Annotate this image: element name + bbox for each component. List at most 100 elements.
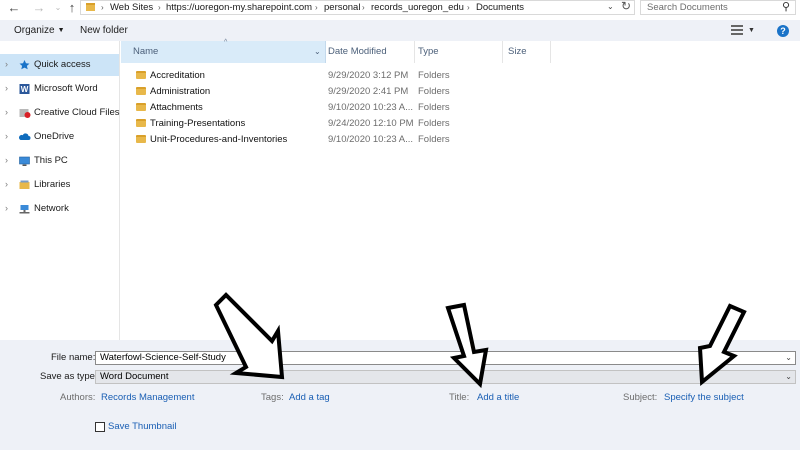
view-options-caret-icon[interactable]: ▼ <box>748 25 755 37</box>
sort-ascending-icon: ^ <box>224 39 228 46</box>
folder-icon <box>136 119 146 127</box>
sidebar-item-label: Creative Cloud Files <box>34 107 120 118</box>
breadcrumb-separator-icon: › <box>158 3 161 12</box>
network-icon <box>19 205 30 214</box>
save-thumbnail-label[interactable]: Save Thumbnail <box>108 421 176 433</box>
tags-field[interactable]: Add a tag <box>289 392 330 404</box>
sidebar-item-libraries[interactable]: › Libraries <box>0 174 119 196</box>
column-header-size[interactable]: Size <box>508 41 568 63</box>
sidebar-item-this-pc[interactable]: › This PC <box>0 150 119 172</box>
file-name: Unit-Procedures-and-Inventories <box>150 134 288 145</box>
details-view-icon[interactable] <box>731 25 743 35</box>
folder-icon <box>136 87 146 95</box>
table-row[interactable]: Accreditation 9/29/2020 3:12 PM Folders <box>121 68 800 84</box>
expand-chevron-icon[interactable]: › <box>5 203 8 213</box>
file-date: 9/29/2020 3:12 PM <box>328 70 409 81</box>
address-bar: ← → ⌄ ↑ › Web Sites › https://uoregon-my… <box>0 0 800 20</box>
sidebar-item-microsoft-word[interactable]: › W Microsoft Word <box>0 78 119 100</box>
expand-chevron-icon[interactable]: › <box>5 155 8 165</box>
column-filter-chevron-icon[interactable]: ⌄ <box>314 41 321 63</box>
path-dropdown-chevron-icon[interactable]: ⌄ <box>607 0 614 13</box>
word-icon: W <box>19 84 30 94</box>
sidebar-item-label: OneDrive <box>34 131 75 142</box>
file-name: Training-Presentations <box>150 118 246 129</box>
library-icon <box>19 180 30 189</box>
column-header-label: Name <box>133 46 159 57</box>
save-as-type-label: Save as type: <box>40 371 98 382</box>
organize-label: Organize <box>14 25 55 36</box>
folder-icon <box>136 103 146 111</box>
breadcrumb-separator-icon: › <box>467 3 470 12</box>
file-name: Attachments <box>150 102 203 113</box>
sidebar-item-label: Quick access <box>34 59 91 70</box>
save-panel: File name: Waterfowl-Science-Self-Study … <box>0 340 800 450</box>
sidebar-item-label: Microsoft Word <box>34 83 98 94</box>
table-row[interactable]: Administration 9/29/2020 2:41 PM Folders <box>121 84 800 100</box>
column-header-type[interactable]: Type <box>418 41 504 63</box>
authors-label: Authors: <box>60 392 96 403</box>
breadcrumb-separator-icon: › <box>362 3 365 12</box>
breadcrumb-sharepoint[interactable]: https://uoregon-my.sharepoint.com <box>166 1 312 14</box>
file-type: Folders <box>418 70 450 81</box>
title-label: Title: <box>449 392 470 403</box>
file-name-label: File name: <box>51 352 96 363</box>
expand-chevron-icon[interactable]: › <box>5 107 8 117</box>
back-arrow-icon[interactable]: ← <box>6 0 22 16</box>
file-name: Administration <box>150 86 211 97</box>
file-date: 9/29/2020 2:41 PM <box>328 86 409 97</box>
sidebar-item-quick-access[interactable]: › Quick access <box>0 54 119 76</box>
refresh-icon[interactable]: ↻ <box>618 0 634 14</box>
subject-field[interactable]: Specify the subject <box>664 392 744 404</box>
breadcrumb-documents[interactable]: Documents <box>476 1 524 14</box>
cloud-icon <box>18 133 31 140</box>
expand-chevron-icon[interactable]: › <box>5 179 8 189</box>
breadcrumb-personal[interactable]: personal <box>324 1 360 14</box>
new-folder-button[interactable]: New folder <box>80 25 128 37</box>
table-row[interactable]: Unit-Procedures-and-Inventories 9/10/202… <box>121 132 800 148</box>
chevron-down-icon: ⌄ <box>785 372 792 381</box>
forward-arrow-icon[interactable]: → <box>31 0 47 16</box>
sidebar-item-onedrive[interactable]: › OneDrive <box>0 126 119 148</box>
expand-chevron-icon[interactable]: › <box>5 131 8 141</box>
chevron-down-icon[interactable]: ⌄ <box>785 352 792 364</box>
search-placeholder: Search Documents <box>647 2 728 13</box>
column-divider[interactable] <box>550 41 551 63</box>
table-row[interactable]: Training-Presentations 9/24/2020 12:10 P… <box>121 116 800 132</box>
caret-down-icon: ▼ <box>57 27 65 34</box>
breadcrumb-separator-icon: › <box>315 3 318 12</box>
save-as-type-value: Word Document <box>100 371 169 382</box>
up-arrow-icon[interactable]: ↑ <box>64 0 80 16</box>
file-date: 9/10/2020 10:23 A... <box>328 102 414 113</box>
table-row[interactable]: Attachments 9/10/2020 10:23 A... Folders <box>121 100 800 116</box>
expand-chevron-icon[interactable]: › <box>5 83 8 93</box>
help-icon[interactable]: ? <box>777 25 789 37</box>
folder-icon <box>86 3 95 11</box>
title-field[interactable]: Add a title <box>477 392 519 404</box>
tags-label: Tags: <box>261 392 284 403</box>
search-icon: ⚲ <box>781 1 790 13</box>
file-date: 9/24/2020 12:10 PM <box>328 118 414 129</box>
sidebar-item-label: This PC <box>34 155 68 166</box>
subject-label: Subject: <box>623 392 658 403</box>
path-box[interactable]: › Web Sites › https://uoregon-my.sharepo… <box>80 0 635 15</box>
file-type: Folders <box>418 118 450 129</box>
annotation-arrow-icon <box>213 292 285 380</box>
breadcrumb-records[interactable]: records_uoregon_edu <box>371 1 464 14</box>
column-divider[interactable] <box>414 41 415 63</box>
annotation-arrow-icon <box>697 303 747 387</box>
save-thumbnail-checkbox[interactable] <box>95 422 105 432</box>
breadcrumb-web-sites[interactable]: Web Sites <box>110 1 153 14</box>
svg-text:W: W <box>21 85 29 94</box>
expand-chevron-icon[interactable]: › <box>5 59 8 69</box>
sidebar-item-creative-cloud[interactable]: › Creative Cloud Files <box>0 102 120 124</box>
column-divider[interactable] <box>502 41 503 63</box>
column-header-date-modified[interactable]: Date Modified <box>328 41 414 63</box>
file-name: Accreditation <box>150 70 205 81</box>
authors-field[interactable]: Records Management <box>101 392 194 404</box>
organize-menu-button[interactable]: Organize ▼ <box>14 25 65 37</box>
annotation-arrow-icon <box>445 302 489 389</box>
search-input[interactable]: Search Documents ⚲ <box>640 0 796 15</box>
command-bar: Organize ▼ New folder ▼ ? <box>0 20 800 41</box>
computer-icon <box>19 156 30 166</box>
sidebar-item-network[interactable]: › Network <box>0 198 119 220</box>
